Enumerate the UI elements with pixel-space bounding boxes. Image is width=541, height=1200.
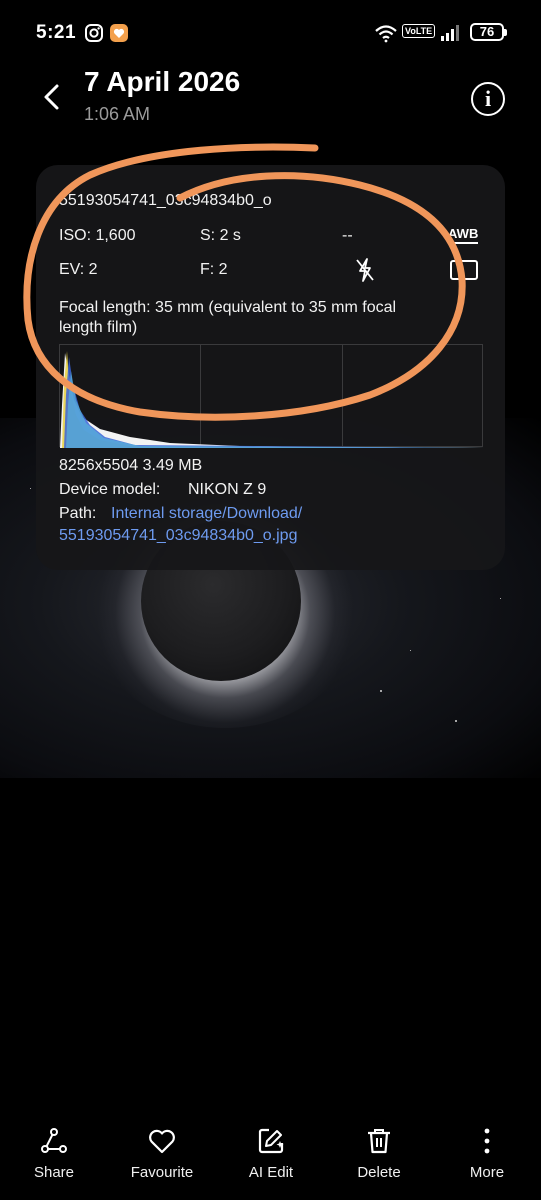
delete-button[interactable]: Delete xyxy=(334,1118,424,1181)
volte-badge: VoLTE xyxy=(402,24,436,38)
empty-value: -- xyxy=(342,227,353,244)
favourite-button[interactable]: Favourite xyxy=(117,1118,207,1181)
page-subtitle-time: 1:06 AM xyxy=(84,104,151,124)
back-arrow-icon[interactable] xyxy=(36,80,70,114)
share-label: Share xyxy=(33,1164,75,1181)
file-name: 55193054741_03c94834b0_o xyxy=(59,192,272,209)
ai-edit-button[interactable]: AI Edit xyxy=(226,1118,316,1181)
heart-icon xyxy=(149,1129,175,1154)
path-link-line2[interactable]: 55193054741_03c94834b0_o.jpg xyxy=(59,527,297,545)
share-button[interactable]: Share xyxy=(9,1118,99,1181)
white-balance-icon xyxy=(450,260,478,280)
more-label: More xyxy=(469,1164,505,1181)
flash-off-icon xyxy=(356,258,374,282)
more-button[interactable]: More xyxy=(442,1118,532,1181)
path-link-line1[interactable]: Internal storage/Download/ xyxy=(111,505,302,523)
awb-label: AWB xyxy=(448,226,479,244)
star xyxy=(410,650,411,651)
signal-icon xyxy=(441,25,459,41)
ai-edit-label: AI Edit xyxy=(248,1164,294,1181)
share-icon xyxy=(41,1128,67,1153)
iso-value: ISO: 1,600 xyxy=(59,227,136,244)
instagram-icon xyxy=(85,24,103,42)
bottom-action-bar: Share Favourite AI Edit Delete More xyxy=(0,1118,541,1200)
delete-label: Delete xyxy=(357,1164,401,1181)
page-title: 7 April 2026 xyxy=(84,66,241,97)
ev-value: EV: 2 xyxy=(59,261,98,278)
status-time: 5:21 xyxy=(36,22,77,43)
star xyxy=(500,598,501,599)
more-vertical-icon xyxy=(484,1128,490,1154)
app-notification-icon xyxy=(110,24,128,42)
status-bar: 5:21 VoLTE 76 xyxy=(0,0,541,64)
info-icon[interactable]: i xyxy=(471,82,505,116)
resolution-size: 8256x5504 3.49 MB xyxy=(59,457,203,474)
battery-indicator: 76 xyxy=(470,23,507,41)
star xyxy=(30,488,31,489)
star xyxy=(455,720,457,722)
star xyxy=(380,690,382,692)
shutter-value: S: 2 s xyxy=(200,227,241,244)
battery-level: 76 xyxy=(479,24,495,39)
favourite-label: Favourite xyxy=(130,1164,194,1181)
histogram xyxy=(59,344,484,448)
histogram-curves xyxy=(60,351,484,448)
wifi-icon xyxy=(375,25,397,43)
ai-edit-icon xyxy=(258,1128,284,1154)
focal-length-line2: length film) xyxy=(59,319,138,336)
aperture-value: F: 2 xyxy=(200,261,228,278)
path-label: Path: xyxy=(59,505,97,522)
focal-length-line1: Focal length: 35 mm (equivalent to 35 mm… xyxy=(59,299,397,316)
device-label: Device model: xyxy=(59,481,161,498)
device-model: NIKON Z 9 xyxy=(188,481,267,498)
trash-icon xyxy=(368,1129,390,1154)
